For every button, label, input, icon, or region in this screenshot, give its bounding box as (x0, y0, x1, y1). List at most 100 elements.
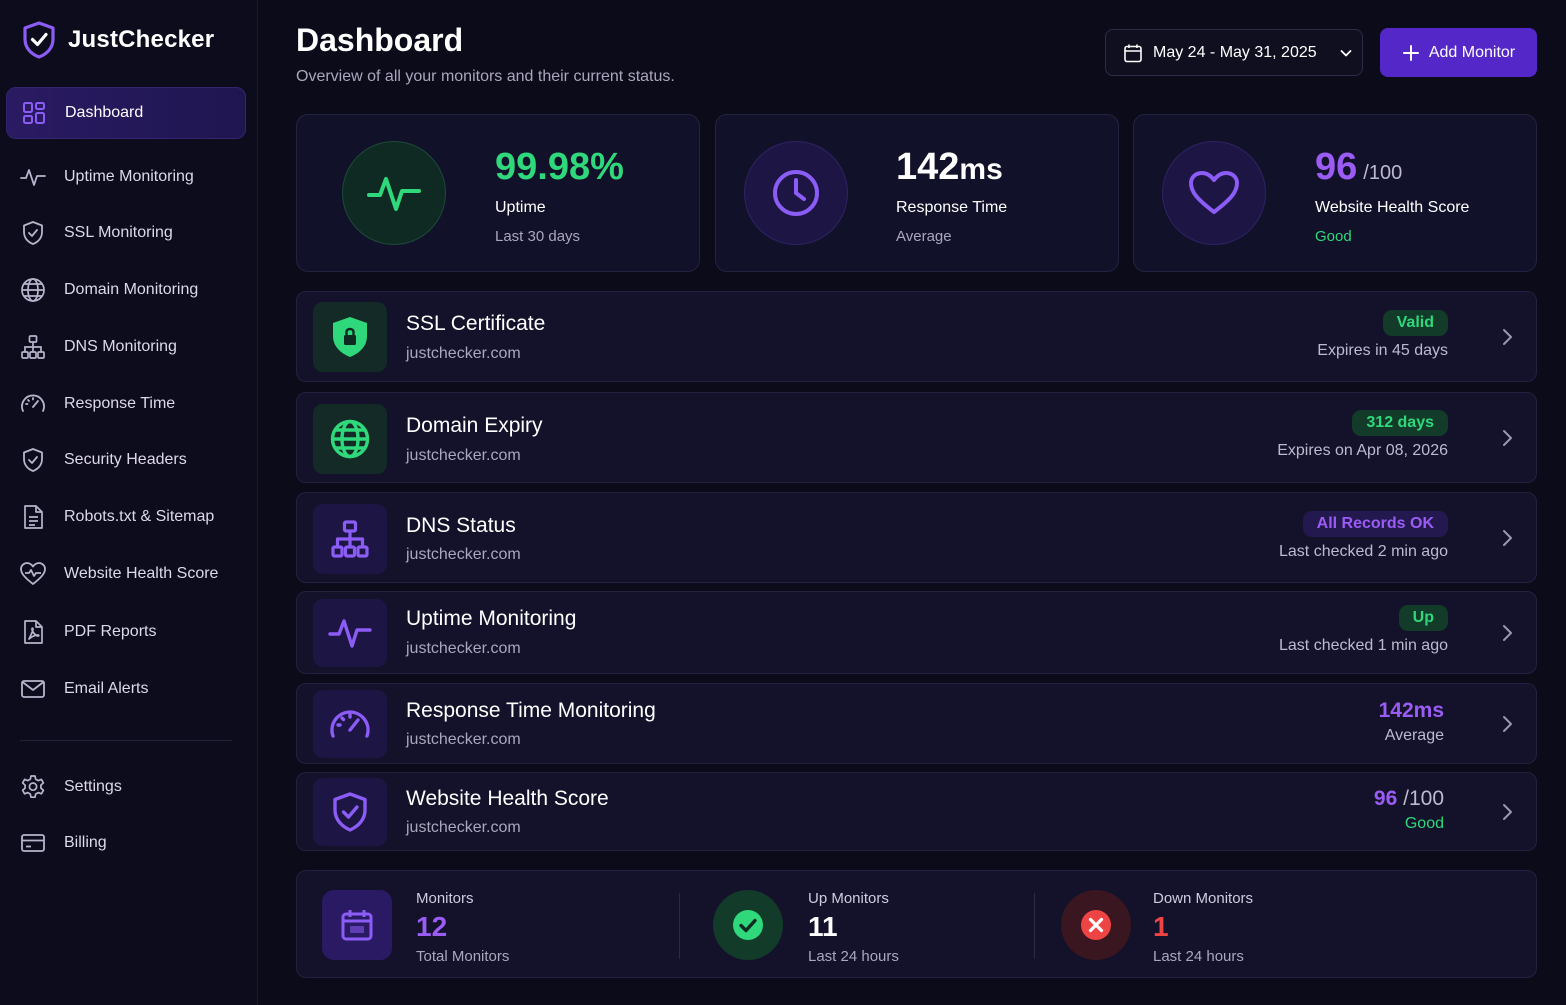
sidebar-item-domain-monitoring[interactable]: Domain Monitoring (6, 264, 246, 316)
gear-icon (20, 774, 46, 800)
chevron-right-icon (1500, 328, 1514, 346)
date-range-picker[interactable]: May 24 - May 31, 2025 (1105, 29, 1363, 76)
brand-name: JustChecker (68, 26, 215, 53)
sidebar-item-security-headers[interactable]: Security Headers (6, 434, 246, 486)
uptime-sub: Last 30 days (495, 228, 581, 245)
response-time-label: Response Time (896, 199, 1008, 216)
monitor-status-sub: Expires in 45 days (1317, 342, 1448, 359)
document-icon (20, 504, 46, 530)
shield-logo-icon (22, 21, 56, 59)
health-score-max: /100 (1403, 787, 1444, 810)
sidebar-item-ssl-monitoring[interactable]: SSL Monitoring (6, 207, 246, 259)
status-badge: Valid (1382, 310, 1448, 336)
monitor-row-response-time-monitoring[interactable]: Response Time Monitoring justchecker.com… (296, 683, 1537, 764)
shield-check-icon (20, 220, 46, 246)
page-subtitle: Overview of all your monitors and their … (296, 68, 675, 85)
monitor-status-sub: Last checked 1 min ago (1279, 637, 1448, 654)
health-score-value: 96/100 (1315, 145, 1402, 195)
response-time-sub: Average (896, 228, 952, 245)
sidebar-item-response-time[interactable]: Response Time (6, 378, 246, 430)
response-time-value: 142ms (1378, 699, 1444, 722)
status-badge: Up (1398, 605, 1448, 631)
summary-total-value: 12 (416, 911, 448, 942)
globe-icon (20, 277, 46, 303)
grid-icon (21, 100, 47, 126)
sidebar-item-label: Website Health Score (64, 565, 219, 582)
summary-up-sub: Last 24 hours (808, 948, 899, 965)
speedometer-icon (20, 391, 46, 417)
sidebar-item-label: Billing (64, 834, 107, 851)
health-score-number: 96 (1373, 787, 1398, 810)
brand[interactable]: JustChecker (22, 20, 214, 60)
x-circle-icon (1061, 890, 1131, 960)
monitor-row-website-health-score[interactable]: Website Health Score justchecker.com 96 … (296, 772, 1537, 851)
sidebar-item-label: Uptime Monitoring (64, 168, 194, 185)
sidebar-item-settings[interactable]: Settings (6, 761, 246, 813)
monitor-row-ssl-certificate[interactable]: SSL Certificate justchecker.com Valid Ex… (296, 291, 1537, 382)
uptime-label: Uptime (495, 199, 546, 216)
summary-divider (679, 893, 680, 959)
health-score-max: /100 (1363, 162, 1403, 184)
monitor-row-dns-status[interactable]: DNS Status justchecker.com All Records O… (296, 492, 1537, 583)
shield-check-icon (313, 778, 387, 846)
sidebar-item-label: Security Headers (64, 451, 187, 468)
sidebar-item-label: Dashboard (65, 104, 144, 121)
monitor-title: Website Health Score (406, 787, 609, 810)
sidebar-item-label: Response Time (64, 395, 176, 412)
sidebar-item-email-alerts[interactable]: Email Alerts (6, 663, 246, 715)
sidebar: JustChecker Dashboard Uptime Monitoring … (0, 0, 258, 1005)
summary-divider (1034, 893, 1035, 959)
sidebar-item-label: SSL Monitoring (64, 224, 173, 241)
status-badge: All Records OK (1302, 511, 1448, 537)
monitor-status: Up Last checked 1 min ago (1279, 605, 1448, 655)
sidebar-item-robots-sitemap[interactable]: Robots.txt & Sitemap (6, 491, 246, 543)
sidebar-item-dns-monitoring[interactable]: DNS Monitoring (6, 321, 246, 373)
sidebar-item-uptime-monitoring[interactable]: Uptime Monitoring (6, 151, 246, 203)
monitor-row-uptime-monitoring[interactable]: Uptime Monitoring justchecker.com Up Las… (296, 591, 1537, 674)
health-score-sub: Good (1315, 228, 1352, 245)
shield-check-icon (20, 447, 46, 473)
monitor-status-sub: Good (1404, 815, 1444, 832)
monitors-summary: Monitors 12 Total Monitors Up Monitors 1… (296, 870, 1537, 978)
monitor-status: Valid Expires in 45 days (1317, 310, 1448, 360)
summary-up-label: Up Monitors (808, 890, 889, 907)
monitor-title: DNS Status (406, 514, 516, 537)
sidebar-item-label: Domain Monitoring (64, 281, 199, 298)
monitor-row-domain-expiry[interactable]: Domain Expiry justchecker.com 312 days E… (296, 392, 1537, 483)
date-range-label: May 24 - May 31, 2025 (1153, 43, 1317, 61)
health-score-number: 96 (1315, 146, 1358, 188)
monitor-status-sub: Last checked 2 min ago (1279, 543, 1448, 560)
health-score-stat-card: 96/100 Website Health Score Good (1133, 114, 1537, 272)
globe-icon (313, 404, 387, 474)
mail-icon (20, 676, 46, 702)
plus-icon (1402, 44, 1420, 62)
add-monitor-button[interactable]: Add Monitor (1380, 28, 1537, 77)
pdf-icon (20, 619, 46, 645)
monitor-status: 96 /100 Good (1374, 787, 1444, 833)
page-title: Dashboard (296, 22, 464, 58)
monitor-status-sub: Expires on Apr 08, 2026 (1277, 442, 1448, 459)
uptime-stat-card: 99.98% Uptime Last 30 days (296, 114, 700, 272)
clock-icon (744, 141, 848, 245)
sidebar-item-dashboard[interactable]: Dashboard (6, 87, 246, 139)
speedometer-icon (313, 690, 387, 758)
summary-down-value: 1 (1153, 911, 1169, 942)
chevron-right-icon (1500, 624, 1514, 642)
network-icon (20, 334, 46, 360)
pulse-icon (313, 599, 387, 667)
summary-total-label: Monitors (416, 890, 474, 907)
monitor-status-sub: Average (1384, 727, 1444, 744)
sidebar-item-label: Robots.txt & Sitemap (64, 508, 215, 525)
sidebar-item-pdf-reports[interactable]: PDF Reports (6, 606, 246, 658)
sidebar-item-billing[interactable]: Billing (6, 817, 246, 869)
sidebar-item-label: Email Alerts (64, 680, 149, 697)
check-circle-icon (713, 890, 783, 960)
monitor-domain: justchecker.com (406, 546, 521, 563)
summary-up-value: 11 (808, 911, 838, 942)
chevron-right-icon (1500, 429, 1514, 447)
pulse-icon (20, 164, 46, 190)
health-score-value: 96 /100 (1374, 787, 1444, 811)
sidebar-item-website-health-score[interactable]: Website Health Score (6, 548, 246, 600)
sidebar-item-label: PDF Reports (64, 623, 157, 640)
monitor-title: SSL Certificate (406, 312, 546, 335)
